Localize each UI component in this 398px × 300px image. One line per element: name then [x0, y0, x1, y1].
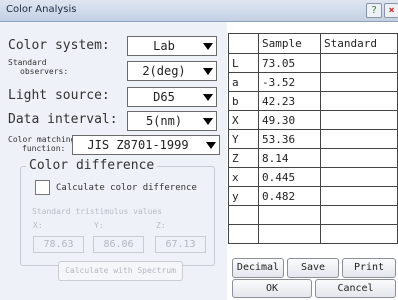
x-value-field[interactable]: 78.63	[33, 236, 84, 253]
table-row	[228, 205, 398, 225]
table-cell: -3.52	[258, 72, 321, 92]
light-source-label: Light source:	[8, 88, 110, 103]
table-cell	[320, 110, 398, 130]
table-cell: 8.14	[258, 148, 321, 168]
color-matching-value: JIS Z8701-1999	[87, 138, 189, 152]
close-icon[interactable]: ×	[384, 3, 398, 18]
calculate-difference-label: Calculate color difference	[56, 183, 197, 193]
table-row: b 42.23	[228, 91, 398, 111]
table-cell: 0.482	[258, 186, 321, 206]
y-value-field[interactable]: 86.06	[93, 236, 144, 253]
table-row: y 0.482	[228, 186, 398, 206]
y-label: Y:	[94, 221, 104, 230]
print-button[interactable]: Print	[342, 258, 396, 278]
z-value-field[interactable]: 67.13	[155, 236, 206, 253]
standard-observers-value: 2(deg)	[142, 64, 186, 78]
table-cell: 42.23	[258, 91, 321, 111]
table-cell: a	[228, 72, 259, 92]
chevron-down-icon[interactable]	[200, 37, 216, 55]
table-cell: Z	[228, 148, 259, 168]
table-cell	[320, 53, 398, 73]
table-cell	[320, 91, 398, 111]
table-row: a -3.52	[228, 72, 398, 92]
table-cell	[320, 224, 398, 244]
color-matching-label: Color matching function:	[8, 135, 76, 153]
table-cell	[320, 205, 398, 225]
table-row: Z 8.14	[228, 148, 398, 168]
table-cell	[258, 205, 321, 225]
x-label: X:	[33, 221, 43, 230]
table-cell: b	[228, 91, 259, 111]
title-bar: Color Analysis ? ×	[0, 0, 398, 22]
data-interval-label: Data interval:	[8, 112, 118, 127]
help-icon[interactable]: ?	[366, 3, 382, 18]
save-button[interactable]: Save	[287, 258, 339, 278]
table-row: Y 53.36	[228, 129, 398, 149]
color-system-select[interactable]: Lab	[127, 36, 217, 56]
color-difference-title: Color difference	[26, 158, 158, 173]
table-cell	[258, 224, 321, 244]
table-cell: x	[228, 167, 259, 187]
calculate-difference-checkbox[interactable]	[35, 180, 50, 195]
table-header-cell: Standard	[320, 33, 398, 54]
calculate-spectrum-button[interactable]: Calculate with Spectrum	[58, 261, 183, 281]
standard-observers-label: Standard observers:	[8, 58, 69, 76]
light-source-value: D65	[153, 90, 175, 104]
decimal-button[interactable]: Decimal	[232, 258, 284, 278]
table-cell	[320, 129, 398, 149]
table-row: X 49.30	[228, 110, 398, 130]
table-cell: 49.30	[258, 110, 321, 130]
table-cell: 53.36	[258, 129, 321, 149]
table-header-row: Sample Standard	[228, 33, 398, 54]
table-cell	[228, 205, 259, 225]
table-header-cell: Sample	[258, 33, 321, 54]
table-cell: 73.05	[258, 53, 321, 73]
table-cell: y	[228, 186, 259, 206]
table-header-cell	[228, 33, 259, 54]
table-cell: Y	[228, 129, 259, 149]
color-system-label: Color system:	[8, 38, 110, 53]
chevron-down-icon[interactable]	[203, 136, 219, 154]
results-table: Sample Standard L 73.05 a -3.52 b 42.23 …	[228, 33, 398, 244]
table-row: x 0.445	[228, 167, 398, 187]
chevron-down-icon[interactable]	[200, 62, 216, 80]
table-row: L 73.05	[228, 53, 398, 73]
data-interval-value: 5(nm)	[145, 114, 183, 128]
color-matching-select[interactable]: JIS Z8701-1999	[72, 135, 220, 155]
table-cell	[320, 167, 398, 187]
color-system-value: Lab	[153, 39, 175, 53]
standard-observers-select[interactable]: 2(deg)	[127, 61, 217, 81]
tristimulus-label: Standard tristimulus values	[32, 207, 163, 216]
table-cell: X	[228, 110, 259, 130]
table-cell	[320, 186, 398, 206]
table-cell	[228, 224, 259, 244]
table-cell: 0.445	[258, 167, 321, 187]
cancel-button[interactable]: Cancel	[315, 279, 396, 298]
window-title: Color Analysis	[6, 4, 77, 15]
ok-button[interactable]: OK	[232, 279, 312, 298]
chevron-down-icon[interactable]	[200, 88, 216, 106]
table-row	[228, 224, 398, 244]
table-cell	[320, 72, 398, 92]
data-interval-select[interactable]: 5(nm)	[127, 111, 217, 131]
table-cell	[320, 148, 398, 168]
table-cell: L	[228, 53, 259, 73]
light-source-select[interactable]: D65	[127, 87, 217, 107]
chevron-down-icon[interactable]	[200, 112, 216, 130]
z-label: Z:	[156, 221, 166, 230]
